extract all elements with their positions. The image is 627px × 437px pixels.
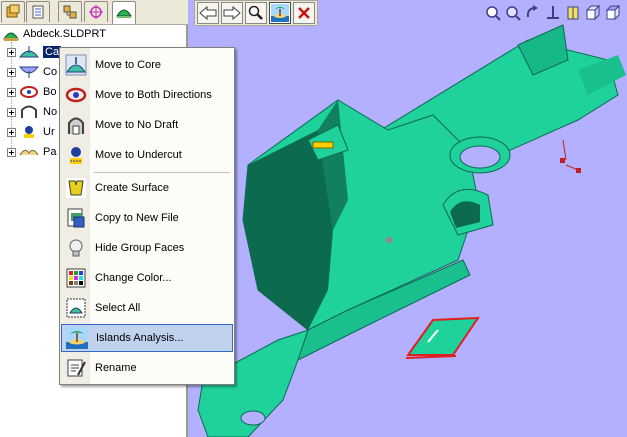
tree-item-label: Bo <box>43 86 57 98</box>
menu-item-move-to-no-draft[interactable]: Move to No Draft <box>61 111 233 139</box>
menu-item-label: Move to Core <box>95 59 162 71</box>
menu-item-move-to-undercut[interactable]: Move to Undercut <box>61 141 233 169</box>
menu-separator <box>94 172 230 173</box>
target-icon <box>89 5 103 19</box>
feature-manager-icon <box>6 4 20 18</box>
tab-property-manager[interactable] <box>26 1 50 22</box>
tree-item-label: Co <box>43 66 58 78</box>
menu-item-label: Move to No Draft <box>95 119 179 131</box>
menu-item-create-surface[interactable]: Create Surface <box>61 174 233 202</box>
expand-icon[interactable] <box>7 87 16 97</box>
graphics-viewport[interactable] <box>188 0 627 437</box>
zoom-select-icon <box>248 5 263 20</box>
view-toolbar <box>484 4 621 21</box>
arrow-left-icon <box>199 6 217 20</box>
property-icon <box>32 5 44 19</box>
tree-item-parting[interactable]: Pa <box>7 144 56 160</box>
tree-item-label: Pa <box>43 146 57 158</box>
palette-icon <box>64 266 88 290</box>
mold-tools-icon <box>116 9 132 18</box>
menu-item-label: Rename <box>95 362 137 374</box>
expand-icon[interactable] <box>7 107 16 117</box>
menu-item-hide-group-faces[interactable]: Hide Group Faces <box>61 234 233 262</box>
tab-feature-manager[interactable] <box>1 1 25 22</box>
islands-icon <box>271 4 289 22</box>
menu-item-label: Change Color... <box>95 272 172 284</box>
part-model <box>197 24 626 437</box>
tree-item-no-draft[interactable]: No <box>7 104 57 120</box>
expand-icon[interactable] <box>7 67 16 77</box>
menu-item-move-to-both[interactable]: Move to Both Directions <box>61 81 233 109</box>
mold-toolbar <box>194 0 318 26</box>
tree-item-undercut[interactable]: Ur <box>7 124 55 140</box>
undercut-icon <box>24 126 34 138</box>
menu-item-label: Select All <box>95 302 141 314</box>
expand-icon[interactable] <box>7 147 16 157</box>
zoom-select-button[interactable] <box>245 2 267 24</box>
forward-button[interactable] <box>221 2 243 24</box>
islands-icon <box>65 326 89 350</box>
menu-item-rename[interactable]: Rename <box>61 354 233 382</box>
panel-tab-bar <box>0 0 188 25</box>
menu-item-change-color[interactable]: Change Color... <box>61 264 233 292</box>
hide-faces-icon <box>64 236 88 260</box>
tree-root[interactable]: Abdeck.SLDPRT <box>3 26 106 42</box>
menu-item-label: Islands Analysis... <box>96 332 184 344</box>
create-surface-icon <box>64 176 88 200</box>
menu-item-label: Create Surface <box>95 182 169 194</box>
back-button[interactable] <box>197 2 219 24</box>
menu-item-label: Hide Group Faces <box>95 242 185 254</box>
tab-configuration[interactable] <box>58 1 82 22</box>
tab-target[interactable] <box>84 1 108 22</box>
tree-item-both[interactable]: Bo <box>7 84 56 100</box>
configuration-icon <box>63 5 77 19</box>
parting-icon <box>19 149 39 156</box>
tree-item-cavity[interactable]: Co <box>7 64 57 80</box>
menu-item-label: Move to Both Directions <box>95 89 212 101</box>
view-orientation-icon[interactable] <box>604 4 621 21</box>
move-icon[interactable] <box>544 4 561 21</box>
menu-item-islands-analysis[interactable]: Islands Analysis... <box>61 324 233 352</box>
close-icon <box>298 7 310 19</box>
rename-icon <box>64 356 88 380</box>
both-directions-icon <box>20 86 38 98</box>
part-icon <box>3 32 19 41</box>
menu-item-copy-to-new-file[interactable]: Copy to New File <box>61 204 233 232</box>
select-all-icon <box>64 296 88 320</box>
close-button[interactable] <box>293 2 315 24</box>
tree-item-label: No <box>43 106 58 118</box>
undercut-icon <box>64 143 88 167</box>
copy-file-icon <box>64 206 88 230</box>
zoom-fit-icon[interactable] <box>484 4 501 21</box>
menu-item-move-to-core[interactable]: Move to Core <box>61 51 233 79</box>
tree-item-core[interactable]: Ca <box>7 44 62 60</box>
menu-item-label: Move to Undercut <box>95 149 182 161</box>
core-icon <box>19 46 39 58</box>
menu-item-select-all[interactable]: Select All <box>61 294 233 322</box>
tree-item-label: Ur <box>43 126 55 138</box>
core-icon <box>64 53 88 77</box>
islands-button[interactable] <box>269 2 291 24</box>
no-draft-icon <box>21 105 37 118</box>
rotate-icon[interactable] <box>524 4 541 21</box>
context-menu: Move to Core Move to Both Directions Mov… <box>59 47 235 385</box>
menu-item-label: Copy to New File <box>95 212 179 224</box>
arrow-right-icon <box>223 6 241 20</box>
tab-mold-tools[interactable] <box>112 1 136 24</box>
tree-root-label: Abdeck.SLDPRT <box>23 28 106 40</box>
both-directions-icon <box>64 83 88 107</box>
no-draft-icon <box>64 113 88 137</box>
expand-icon[interactable] <box>7 47 16 57</box>
box-icon[interactable] <box>584 4 601 21</box>
expand-icon[interactable] <box>7 127 16 137</box>
cavity-icon <box>19 66 39 78</box>
section-icon[interactable] <box>564 4 581 21</box>
zoom-area-icon[interactable] <box>504 4 521 21</box>
